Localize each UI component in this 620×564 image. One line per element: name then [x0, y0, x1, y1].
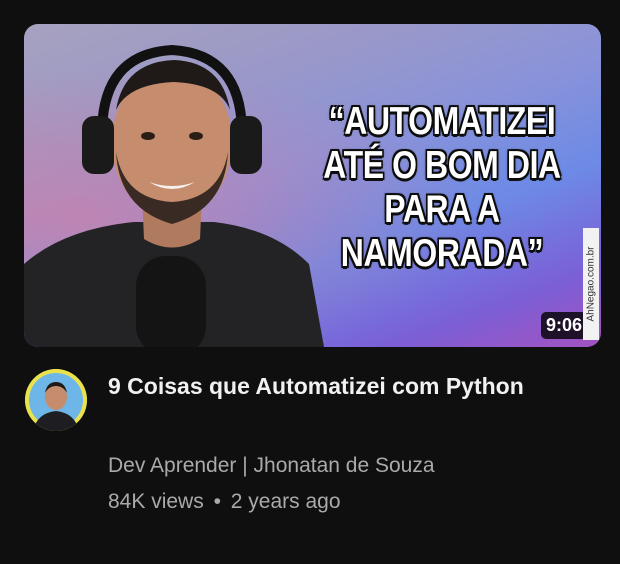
video-title[interactable]: 9 Coisas que Automatizei com Python	[108, 369, 528, 404]
video-thumbnail[interactable]: “AUTOMATIZEI ATÉ O BOM DIA PARA A NAMORA…	[24, 24, 601, 347]
view-count: 84K views	[108, 490, 204, 513]
video-metadata: 84K views • 2 years ago	[108, 490, 341, 514]
meta-separator: •	[213, 490, 221, 513]
video-duration-badge: 9:06	[540, 312, 587, 339]
thumbnail-quote-text: “AUTOMATIZEI ATÉ O BOM DIA PARA A NAMORA…	[323, 100, 561, 275]
watermark-text: AhNegao.com.br	[585, 246, 597, 322]
upload-age: 2 years ago	[230, 490, 341, 513]
channel-name[interactable]: Dev Aprender | Jhonatan de Souza	[108, 454, 435, 478]
presenter-image	[24, 44, 324, 347]
channel-avatar[interactable]	[25, 369, 87, 431]
site-watermark: AhNegao.com.br	[583, 228, 599, 340]
avatar-image	[25, 369, 87, 431]
